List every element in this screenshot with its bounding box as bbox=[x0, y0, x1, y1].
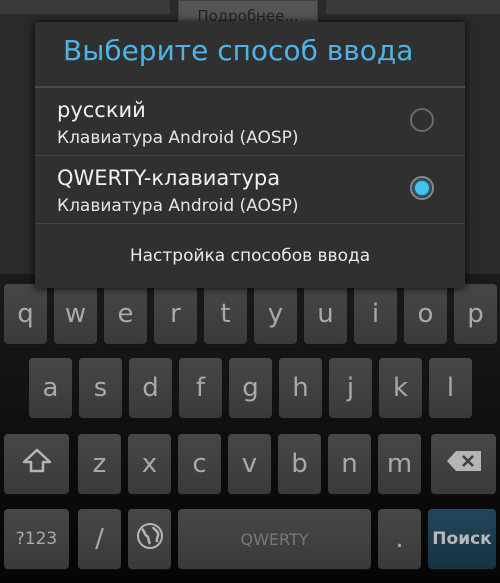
background-strip-left bbox=[0, 0, 170, 14]
option-qwerty[interactable]: QWERTY-клавиатура Клавиатура Android (AO… bbox=[35, 156, 465, 222]
key-w[interactable]: w bbox=[54, 284, 97, 344]
key-z[interactable]: z bbox=[78, 434, 121, 494]
background-strip-right bbox=[326, 0, 500, 14]
key-i[interactable]: i bbox=[354, 284, 397, 344]
shift-key[interactable] bbox=[4, 434, 69, 494]
key-x[interactable]: x bbox=[128, 434, 171, 494]
key-a[interactable]: a bbox=[29, 358, 72, 418]
key-s[interactable]: s bbox=[79, 358, 122, 418]
key-m[interactable]: m bbox=[378, 434, 421, 494]
key-k[interactable]: k bbox=[379, 358, 422, 418]
key-t[interactable]: t bbox=[204, 284, 247, 344]
input-method-dialog: Выберите способ ввода русский Клавиатура… bbox=[35, 22, 465, 288]
slash-key[interactable]: / bbox=[78, 509, 121, 569]
radio-unselected[interactable] bbox=[410, 108, 434, 132]
key-b[interactable]: b bbox=[278, 434, 321, 494]
shift-arrow-icon bbox=[22, 448, 52, 481]
option-subtitle: Клавиатура Android (AOSP) bbox=[57, 128, 299, 148]
key-v[interactable]: v bbox=[228, 434, 271, 494]
globe-icon bbox=[136, 522, 164, 557]
option-russian[interactable]: русский Клавиатура Android (AOSP) bbox=[35, 88, 465, 154]
key-f[interactable]: f bbox=[179, 358, 222, 418]
key-n[interactable]: n bbox=[328, 434, 371, 494]
key-q[interactable]: q bbox=[4, 284, 47, 344]
backspace-key[interactable] bbox=[431, 434, 496, 494]
space-key[interactable]: QWERTY bbox=[178, 509, 371, 569]
symbols-key[interactable]: ?123 bbox=[4, 509, 69, 569]
key-h[interactable]: h bbox=[279, 358, 322, 418]
key-r[interactable]: r bbox=[154, 284, 197, 344]
key-c[interactable]: c bbox=[178, 434, 221, 494]
key-y[interactable]: y bbox=[254, 284, 297, 344]
dialog-title: Выберите способ ввода bbox=[63, 34, 414, 67]
radio-dot bbox=[415, 181, 429, 195]
key-g[interactable]: g bbox=[229, 358, 272, 418]
period-key[interactable]: . bbox=[378, 509, 421, 569]
radio-selected[interactable] bbox=[410, 176, 434, 200]
keyboard: q w e r t y u i o p a s d f g h j k l z … bbox=[0, 274, 500, 583]
key-l[interactable]: l bbox=[429, 358, 472, 418]
language-key[interactable] bbox=[128, 509, 171, 569]
key-u[interactable]: u bbox=[304, 284, 347, 344]
option-name: QWERTY-клавиатура bbox=[57, 166, 281, 190]
search-key[interactable]: Поиск bbox=[428, 509, 496, 569]
option-name: русский bbox=[57, 98, 146, 122]
key-p[interactable]: p bbox=[454, 284, 497, 344]
option-subtitle: Клавиатура Android (AOSP) bbox=[57, 196, 299, 216]
key-o[interactable]: o bbox=[404, 284, 447, 344]
key-j[interactable]: j bbox=[329, 358, 372, 418]
key-e[interactable]: e bbox=[104, 284, 147, 344]
key-d[interactable]: d bbox=[129, 358, 172, 418]
input-settings-button[interactable]: Настройка способов ввода bbox=[35, 224, 465, 288]
backspace-icon bbox=[446, 449, 482, 479]
